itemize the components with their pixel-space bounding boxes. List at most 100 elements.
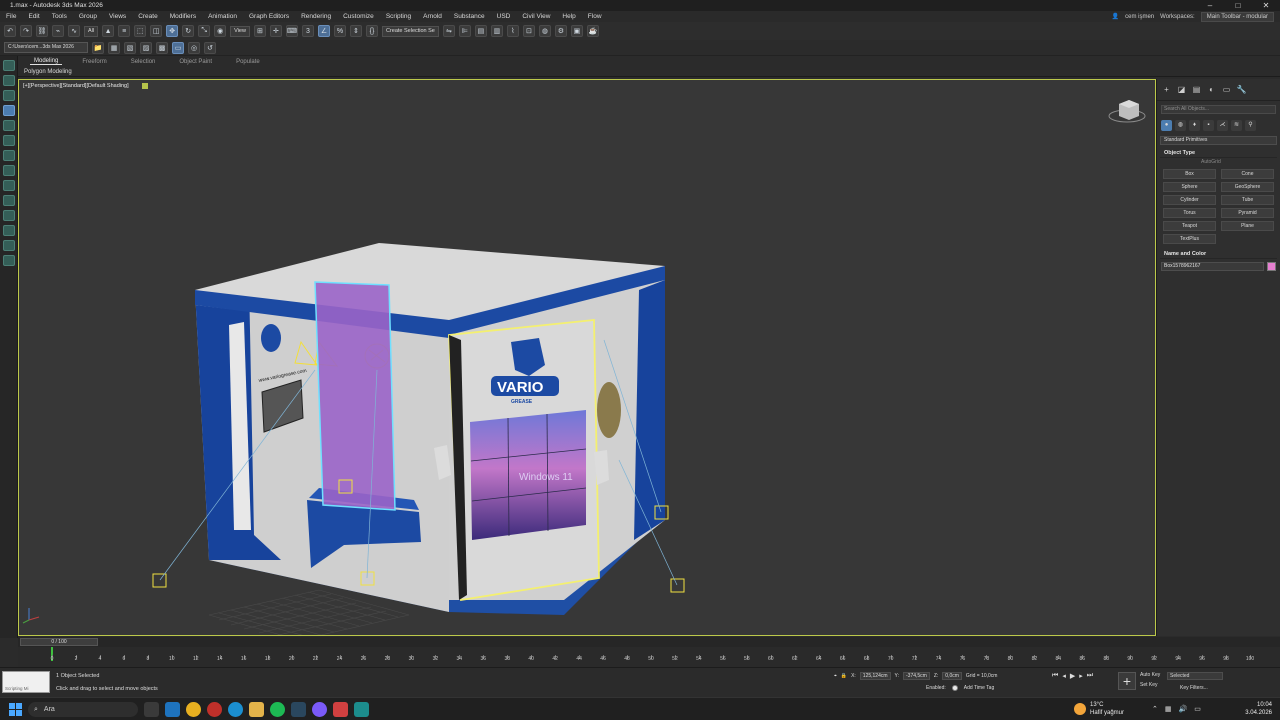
layers-tool-icon[interactable]: [2, 210, 15, 221]
go-to-end-icon[interactable]: ⏭: [1087, 672, 1093, 680]
pivot-center-icon[interactable]: ⊞: [253, 25, 266, 37]
track-bar[interactable]: 0 2 4 6 8 10 12 14 16 18 20 22 24 26 28 30 32 34 36 38 40 42 4…: [18, 647, 1280, 667]
volume-icon[interactable]: 🔊: [1179, 705, 1188, 713]
hierarchy-tool-icon[interactable]: [2, 90, 15, 101]
spotify-icon[interactable]: [270, 702, 285, 717]
motion-panel-icon[interactable]: ◐: [1206, 84, 1217, 95]
edge-icon[interactable]: [228, 702, 243, 717]
cameras-category-icon[interactable]: ▪: [1203, 120, 1214, 131]
lock-icon[interactable]: 🔒: [841, 673, 847, 679]
y-coordinate-field[interactable]: -374,5cm: [903, 672, 930, 680]
named-selection-sets-dropdown[interactable]: Create Selection Se: [381, 25, 439, 37]
material-editor-icon[interactable]: ◍: [538, 25, 551, 37]
modify-panel-icon[interactable]: ◪: [1176, 84, 1187, 95]
rendered-frame-window-icon[interactable]: ▣: [570, 25, 583, 37]
menu-scripting[interactable]: Scripting: [386, 13, 411, 20]
select-and-scale-icon[interactable]: ⤡: [198, 25, 211, 37]
layer-explorer-icon[interactable]: ▥: [490, 25, 503, 37]
menu-create[interactable]: Create: [138, 13, 158, 20]
percent-snap-icon[interactable]: %: [333, 25, 346, 37]
cylinder-button[interactable]: Cylinder: [1163, 195, 1216, 205]
spacewarps-category-icon[interactable]: ≋: [1231, 120, 1242, 131]
spinner-snap-icon[interactable]: ⇕: [349, 25, 362, 37]
edit-named-selection-icon[interactable]: {}: [365, 25, 378, 37]
snaps-toggle-icon[interactable]: 3: [301, 25, 314, 37]
windows-start-icon[interactable]: [9, 703, 22, 716]
link-icon[interactable]: ⛓: [36, 25, 48, 37]
geometry-category-icon[interactable]: ●: [1161, 120, 1172, 131]
add-time-tag[interactable]: Add Time Tag: [964, 685, 994, 691]
set-current-layer-icon[interactable]: ▩: [156, 41, 168, 54]
tab-freeform[interactable]: Freeform: [78, 59, 110, 65]
app-icon[interactable]: [333, 702, 348, 717]
user-name[interactable]: cem işmen: [1125, 14, 1154, 20]
render-production-icon[interactable]: ☕: [586, 25, 599, 37]
close-button[interactable]: ✕: [1252, 0, 1280, 11]
next-frame-icon[interactable]: ▸: [1079, 672, 1083, 680]
display-panel-icon[interactable]: ▭: [1221, 84, 1232, 95]
select-layer-icon[interactable]: ▨: [140, 41, 152, 54]
time-slider[interactable]: 0 / 100: [20, 638, 98, 646]
align-icon[interactable]: ⊫: [458, 25, 471, 37]
angle-snap-icon[interactable]: ∠: [317, 25, 330, 37]
geosphere-button[interactable]: GeoSphere: [1221, 182, 1274, 192]
object-search-input[interactable]: Search All Objects...: [1161, 105, 1276, 114]
select-and-place-icon[interactable]: ◉: [214, 25, 227, 37]
shapes-category-icon[interactable]: ◍: [1175, 120, 1186, 131]
rectangular-selection-icon[interactable]: ⬚: [134, 25, 147, 37]
scene-explorer-icon[interactable]: ▤: [474, 25, 487, 37]
object-name-field[interactable]: Box1578962167: [1161, 262, 1264, 271]
plane-button[interactable]: Plane: [1221, 221, 1274, 231]
teapot-button[interactable]: Teapot: [1163, 221, 1216, 231]
cone-button[interactable]: Cone: [1221, 169, 1274, 179]
redo-icon[interactable]: ↷: [20, 25, 32, 37]
tray-chevron-icon[interactable]: ⌃: [1152, 705, 1158, 713]
maximize-button[interactable]: □: [1224, 0, 1252, 11]
ribbon-panel-label[interactable]: Polygon Modeling: [18, 67, 1280, 77]
menu-views[interactable]: Views: [109, 13, 126, 20]
select-and-move-icon[interactable]: ✥: [166, 25, 179, 37]
grid-tool-icon[interactable]: [2, 180, 15, 191]
tab-object-paint[interactable]: Object Paint: [175, 59, 216, 65]
reference-coordinate-dropdown[interactable]: View: [230, 25, 250, 37]
menu-modifiers[interactable]: Modifiers: [170, 13, 196, 20]
steam-icon[interactable]: [291, 702, 306, 717]
object-color-swatch[interactable]: [1267, 262, 1276, 271]
sphere-button[interactable]: Sphere: [1163, 182, 1216, 192]
isolate-selection-icon[interactable]: ⌖: [834, 673, 837, 679]
align-tool-icon[interactable]: [2, 150, 15, 161]
menu-tools[interactable]: Tools: [52, 13, 67, 20]
display-tool-icon[interactable]: [2, 120, 15, 131]
set-key-button[interactable]: Set Key: [1140, 682, 1160, 688]
isolate-icon[interactable]: ◎: [188, 41, 200, 54]
enabled-toggle[interactable]: [951, 685, 958, 691]
add-to-layer-icon[interactable]: ▧: [124, 41, 136, 54]
keyboard-shortcut-override-icon[interactable]: ⌨: [285, 25, 298, 37]
select-and-rotate-icon[interactable]: ↻: [182, 25, 195, 37]
selection-filter-dropdown[interactable]: All: [84, 25, 99, 37]
utilities-panel-icon[interactable]: 🔧: [1236, 84, 1247, 95]
auto-key-button[interactable]: Auto Key: [1140, 672, 1160, 678]
play-icon[interactable]: ▶: [1070, 672, 1075, 680]
name-color-rollout[interactable]: Name and Color: [1160, 250, 1277, 259]
menu-graph-editors[interactable]: Graph Editors: [249, 13, 289, 20]
store-icon[interactable]: [165, 702, 180, 717]
tab-populate[interactable]: Populate: [232, 59, 264, 65]
select-by-name-icon[interactable]: ≡: [118, 25, 131, 37]
menu-substance[interactable]: Substance: [454, 13, 485, 20]
chrome-icon[interactable]: [186, 702, 201, 717]
system-clock[interactable]: 10:04 3.04.2026: [1245, 701, 1272, 717]
utilities-tool-icon[interactable]: [2, 135, 15, 146]
create-panel-icon[interactable]: +: [1161, 84, 1172, 95]
toggle-ribbon-icon[interactable]: ▭: [172, 41, 184, 54]
autogrid-checkbox[interactable]: AutoGrid: [1157, 158, 1280, 167]
render-tool-icon[interactable]: [2, 225, 15, 236]
sync-icon[interactable]: ↺: [204, 41, 216, 54]
weather-widget[interactable]: 13°C Hafif yağmur: [1074, 701, 1124, 717]
discord-icon[interactable]: [312, 702, 327, 717]
object-type-rollout[interactable]: Object Type: [1160, 149, 1277, 158]
z-coordinate-field[interactable]: 0,0cm: [942, 672, 962, 680]
file-explorer-icon[interactable]: [249, 702, 264, 717]
hierarchy-panel-icon[interactable]: ▤: [1191, 84, 1202, 95]
camera-tool-icon[interactable]: [2, 255, 15, 266]
